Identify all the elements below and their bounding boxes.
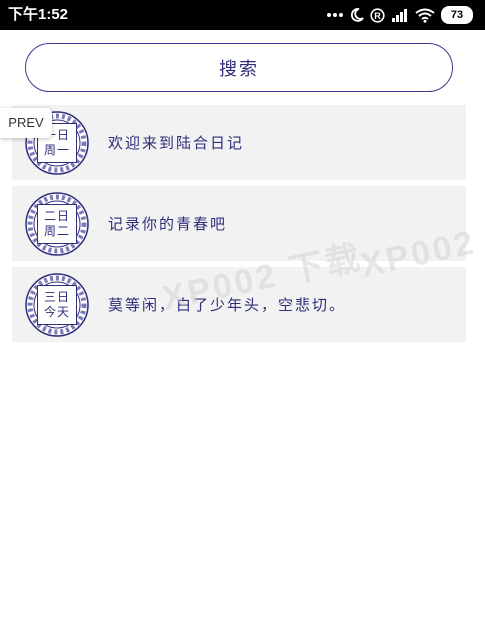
date-week: 今天 [43,305,70,319]
registered-icon: R [370,7,385,23]
date-badge: 二日 周二 [24,191,90,257]
date-day: 二日 [43,209,70,223]
dots-icon [326,12,344,18]
date-badge: 三日 今天 [24,272,90,338]
moon-icon [350,8,364,22]
status-icons: R 73 [326,5,473,25]
wifi-icon [415,8,435,23]
date-badge-square: 二日 周二 [37,204,77,244]
diary-list-item[interactable]: 二日 周二 记录你的青春吧 [12,186,466,261]
search-button[interactable]: 搜索 [25,43,453,92]
date-badge-square: 三日 今天 [37,285,77,325]
diary-title: 莫等闲，白了少年头，空悲切。 [108,296,347,314]
diary-list-item[interactable]: 一日 周一 欢迎来到陆合日记 [12,105,466,180]
signal-icon [391,8,409,22]
status-bar: 下午1:52 R 73 [0,0,485,30]
svg-text:R: R [374,11,381,21]
date-day: 三日 [43,290,70,304]
date-week: 周二 [43,224,70,238]
date-week: 周一 [43,143,70,157]
diary-title: 记录你的青春吧 [108,215,228,233]
prev-button[interactable]: PREV [0,108,52,138]
diary-title: 欢迎来到陆合日记 [108,134,245,152]
battery-icon: 73 [441,6,473,24]
search-label: 搜索 [219,58,259,80]
diary-list-item[interactable]: 三日 今天 莫等闲，白了少年头，空悲切。 [12,267,466,342]
status-time: 下午1:52 [8,6,69,23]
